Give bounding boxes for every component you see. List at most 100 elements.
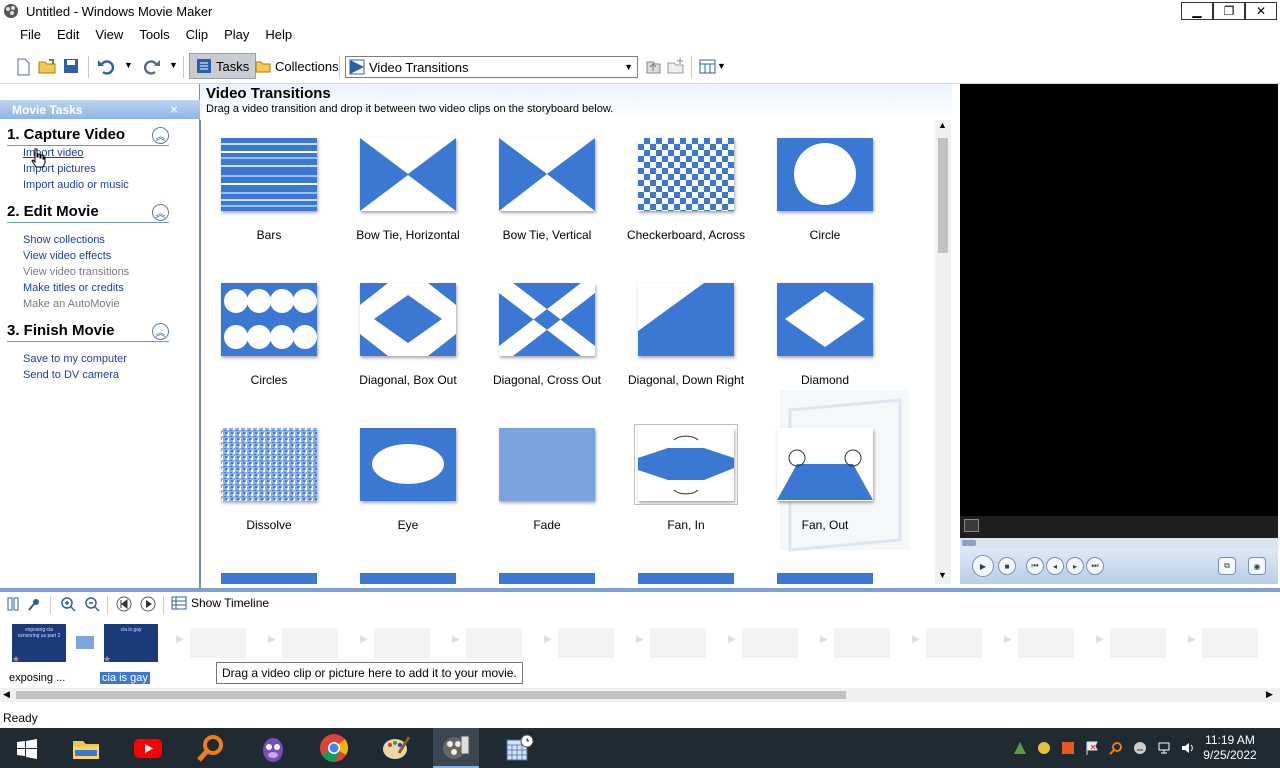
transition-partial[interactable] (221, 573, 317, 584)
empty-storyboard-slot[interactable] (190, 628, 246, 658)
menu-tools[interactable]: Tools (131, 27, 177, 42)
menu-file[interactable]: File (12, 27, 49, 42)
collapse-edit-icon[interactable]: ︽ (152, 204, 169, 221)
transition-partial[interactable] (499, 573, 595, 584)
new-collection-folder-icon[interactable] (667, 57, 685, 75)
clip-2-label[interactable]: cia is gay (100, 672, 150, 684)
transition-partial[interactable] (360, 573, 456, 584)
zoom-in-icon[interactable] (60, 596, 76, 612)
task-show-collections[interactable]: Show collections (23, 234, 105, 246)
close-pane-icon[interactable]: × (170, 101, 178, 117)
search-magnifier-icon[interactable] (196, 733, 226, 763)
menu-help[interactable]: Help (257, 27, 300, 42)
empty-storyboard-slot[interactable] (1018, 628, 1074, 658)
empty-storyboard-slot[interactable] (558, 628, 614, 658)
tray-app-icon[interactable] (1037, 741, 1051, 755)
minimize-button[interactable]: ▁ (1181, 2, 1213, 20)
collapse-finish-icon[interactable]: ︽ (152, 323, 169, 340)
empty-storyboard-slot[interactable] (650, 628, 706, 658)
views-icon[interactable] (699, 58, 717, 76)
bonzi-buddy-icon[interactable] (258, 733, 288, 763)
task-view-video-effects[interactable]: View video effects (23, 250, 111, 262)
chrome-icon[interactable] (319, 733, 349, 763)
tray-app-icon[interactable] (1013, 741, 1027, 755)
paint-icon[interactable] (381, 733, 411, 763)
menu-play[interactable]: Play (216, 27, 257, 42)
file-explorer-icon[interactable] (71, 733, 101, 763)
collection-dropdown[interactable]: Video Transitions ▼ (345, 56, 638, 78)
transition-diamond[interactable]: Diamond (760, 283, 890, 418)
empty-storyboard-slot[interactable] (926, 628, 982, 658)
scroll-left-icon[interactable]: ◀ (3, 689, 10, 700)
tray-flag-icon[interactable] (1085, 741, 1099, 755)
split-clip-icon[interactable] (964, 519, 979, 532)
scroll-down-icon[interactable]: ▼ (938, 570, 947, 580)
empty-storyboard-slot[interactable] (374, 628, 430, 658)
storyboard-clip-2[interactable]: cia is gay (104, 624, 158, 662)
task-save-to-computer[interactable]: Save to my computer (23, 353, 127, 365)
transition-diagonal-cross-out[interactable]: Diagonal, Cross Out (482, 283, 612, 418)
show-timeline-button[interactable]: Show Timeline (171, 595, 269, 611)
transition-dissolve[interactable]: Dissolve (204, 428, 334, 563)
empty-storyboard-slot[interactable] (742, 628, 798, 658)
camera-snapshot-icon[interactable]: ◉ (1248, 557, 1266, 575)
transition-partial[interactable] (777, 573, 873, 584)
play-icon[interactable]: ▶ (972, 555, 994, 577)
save-project-icon[interactable] (62, 57, 80, 75)
empty-storyboard-slot[interactable] (282, 628, 338, 658)
new-project-icon[interactable] (14, 58, 32, 76)
undo-dropdown-icon[interactable]: ▼ (124, 60, 133, 70)
youtube-icon[interactable] (133, 733, 163, 763)
scroll-up-icon[interactable]: ▲ (938, 120, 947, 130)
transition-fade[interactable]: Fade (482, 428, 612, 563)
menu-clip[interactable]: Clip (178, 27, 216, 42)
seek-thumb[interactable] (962, 540, 976, 546)
restore-button[interactable]: ❐ (1213, 2, 1245, 20)
set-audio-levels-icon[interactable] (6, 597, 20, 611)
redo-icon[interactable] (143, 57, 161, 75)
transition-slot-filled[interactable] (76, 636, 94, 649)
menu-view[interactable]: View (87, 27, 131, 42)
scroll-right-icon[interactable]: ▶ (1266, 689, 1273, 700)
task-send-to-dv[interactable]: Send to DV camera (23, 369, 119, 381)
views-dropdown-icon[interactable]: ▼ (717, 61, 726, 71)
transition-diagonal-down-right[interactable]: Diagonal, Down Right (621, 283, 751, 418)
section-edit-movie[interactable]: 2. Edit Movie (7, 203, 99, 220)
transition-circles[interactable]: Circles (204, 283, 334, 418)
collapse-capture-icon[interactable]: ︽ (152, 127, 169, 144)
previous-frame-icon[interactable]: ⏮ (1026, 557, 1044, 575)
open-project-icon[interactable] (38, 57, 56, 75)
windows-start-icon[interactable] (17, 739, 37, 759)
transition-diagonal-box-out[interactable]: Diagonal, Box Out (343, 283, 473, 418)
transition-checkerboard-across[interactable]: Checkerboard, Across (621, 138, 751, 273)
section-capture-video[interactable]: 1. Capture Video (7, 126, 125, 143)
transition-fan-out[interactable]: Fan, Out (760, 428, 890, 563)
back-icon[interactable]: ◂ (1046, 557, 1064, 575)
transition-circle[interactable]: Circle (760, 138, 890, 273)
undo-icon[interactable] (97, 57, 115, 75)
section-finish-movie[interactable]: 3. Finish Movie (7, 322, 115, 339)
collections-button[interactable]: Collections (249, 53, 345, 79)
transition-bars[interactable]: Bars (204, 138, 334, 273)
scrollbar-thumb[interactable] (16, 691, 846, 699)
transition-partial[interactable] (638, 573, 734, 584)
empty-storyboard-slot[interactable] (1110, 628, 1166, 658)
scrollbar-thumb[interactable] (938, 138, 948, 253)
task-scheduler-icon[interactable] (504, 733, 534, 763)
empty-storyboard-slot[interactable] (1202, 628, 1258, 658)
transition-bow-tie-vertical[interactable]: Bow Tie, Vertical (482, 138, 612, 273)
tasks-button[interactable]: Tasks (189, 53, 257, 79)
forward-icon[interactable]: ▸ (1066, 557, 1084, 575)
play-storyboard-icon[interactable] (140, 596, 156, 612)
network-icon[interactable] (1157, 741, 1171, 755)
narrate-microphone-icon[interactable] (28, 597, 42, 611)
redo-dropdown-icon[interactable]: ▼ (169, 60, 178, 70)
menu-edit[interactable]: Edit (49, 27, 87, 42)
tray-app-icon[interactable] (1061, 741, 1075, 755)
split-icon[interactable]: ⧉ (1218, 557, 1236, 575)
transition-bow-tie-horizontal[interactable]: Bow Tie, Horizontal (343, 138, 473, 273)
zoom-out-icon[interactable] (84, 596, 100, 612)
task-import-audio[interactable]: Import audio or music (23, 179, 129, 191)
transition-eye[interactable]: Eye (343, 428, 473, 563)
tray-search-icon[interactable] (1109, 741, 1123, 755)
